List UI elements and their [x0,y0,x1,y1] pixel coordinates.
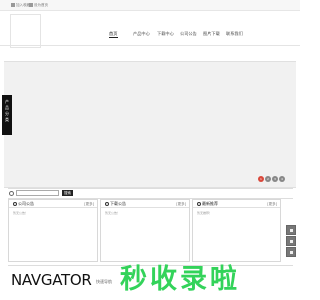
bullet-icon [13,201,17,206]
slider-dot[interactable]: 4 [279,176,285,182]
slider-dot[interactable]: 1 [258,176,264,182]
add-favorite-label: 加入收藏 [16,3,30,7]
home-icon [29,2,33,7]
footer-subtitle: 快速导航 [96,279,112,284]
nav-item-announcements[interactable]: 公司公告 [180,30,197,38]
company-announcements-panel: 公司公告 [更多] 暂无公告！ [8,199,98,262]
panel-title-label: 最新推荐 [202,201,218,206]
nav-item-downloads[interactable]: 下载中心 [157,30,174,38]
back-to-top-button[interactable] [286,247,296,257]
set-homepage-label: 设为首页 [34,3,48,7]
panel-title-label: 公司公告 [18,201,34,206]
panel-empty-text: 暂无公告！ [105,211,121,215]
nav-active-underline [109,37,118,38]
footer-brand: NAVGATOR [11,271,92,289]
bullet-icon [105,201,109,206]
panel-empty-text: 暂无推荐！ [197,211,213,215]
category-tab-char: 类 [5,117,9,122]
watermark-text: 秒收录啦 [120,264,240,295]
slider-dot[interactable]: 2 [265,176,271,182]
slider-dot[interactable]: 3 [272,176,278,182]
panel-title: 公司公告 [13,201,34,207]
panel-header: 最新推荐 [更多] [193,200,280,208]
search-button[interactable]: 搜索 [62,190,73,196]
panel-header: 下载公告 [更多] [101,200,189,208]
float-toolbar-button[interactable] [286,225,296,235]
float-toolbar-button[interactable] [286,236,296,246]
more-link[interactable]: [更多] [84,201,94,207]
search-input[interactable] [16,190,59,196]
bullet-icon [197,201,201,206]
nav-item-contact[interactable]: 联系我们 [226,30,243,38]
site-logo[interactable] [10,14,41,48]
add-favorite-link[interactable]: 加入收藏 [11,2,30,9]
star-icon [11,2,15,7]
set-homepage-link[interactable]: 设为首页 [29,2,48,9]
section-divider [8,188,293,189]
panel-title: 最新推荐 [197,201,218,207]
banner-slider[interactable] [4,61,296,188]
panel-empty-text: 暂无公告！ [13,211,29,215]
more-link[interactable]: [更多] [267,201,277,207]
search-icon [9,191,14,196]
nav-item-image-downloads[interactable]: 图片下载 [203,30,220,38]
product-category-tab[interactable]: 产 品 分 类 [2,95,12,135]
top-bar: 加入收藏 设为首页 [0,0,300,11]
panel-header: 公司公告 [更多] [9,200,97,208]
download-announcements-panel: 下载公告 [更多] 暂无公告！ [100,199,190,262]
nav-item-products[interactable]: 产品中心 [133,30,150,38]
more-link[interactable]: [更多] [176,201,186,207]
panel-title: 下载公告 [105,201,126,207]
panel-title-label: 下载公告 [110,201,126,206]
latest-recommendations-panel: 最新推荐 [更多] 暂无推荐！ [192,199,281,262]
nav-divider [0,45,300,46]
